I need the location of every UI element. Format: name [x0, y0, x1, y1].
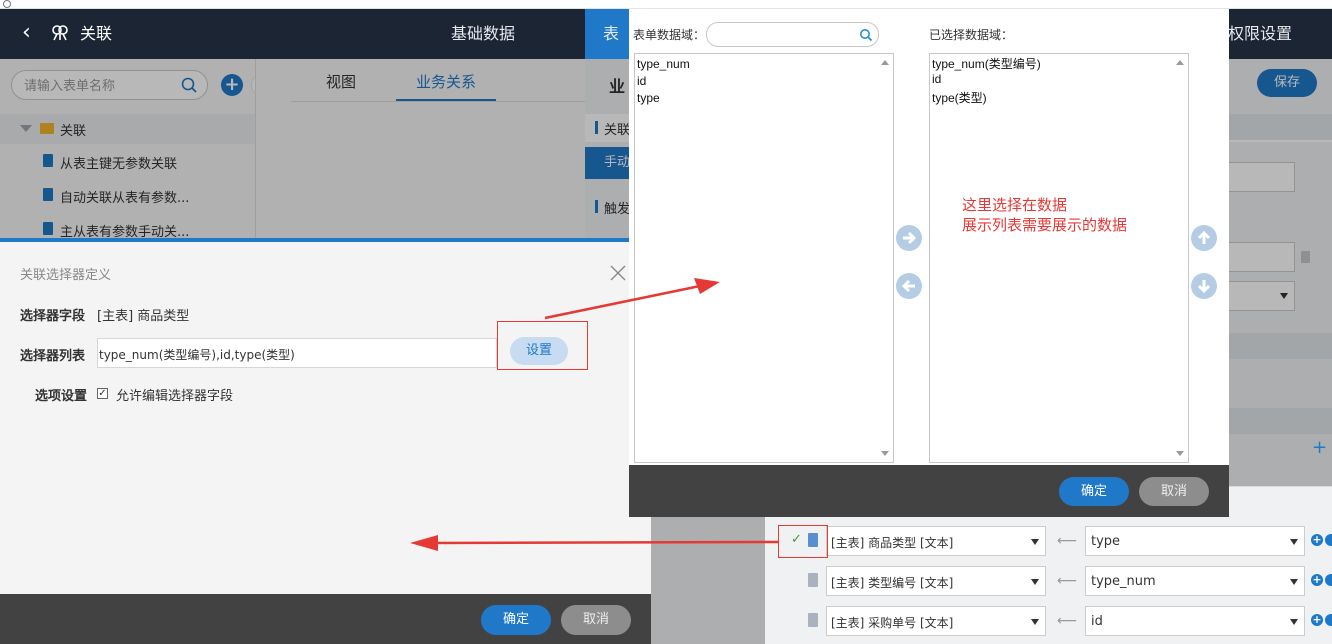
selected-fields-label: 已选择数据域：: [929, 28, 1014, 42]
annotation-highlight-box: [778, 525, 828, 558]
field-select-value: [主表] 商品类型 [文本]: [831, 536, 954, 550]
mapping-row: ✓ [主表] 商品类型 [文本] ⟵ type +: [765, 526, 1332, 558]
app-title: 关联: [80, 24, 113, 43]
remove-circle-icon[interactable]: [1325, 534, 1332, 546]
add-circle-icon[interactable]: +: [1311, 614, 1323, 626]
add-circle-icon[interactable]: +: [1311, 574, 1323, 586]
document-icon[interactable]: [808, 573, 818, 587]
arrow-left-icon: ⟵: [1057, 573, 1078, 589]
target-select[interactable]: id: [1085, 606, 1305, 636]
browser-top-strip: [0, 0, 1332, 9]
add-row-icon[interactable]: +: [1312, 437, 1332, 459]
annotation-note: 这里选择在数据 展示列表需要展示的数据: [962, 195, 1127, 235]
list-item[interactable]: type_num: [637, 57, 690, 71]
dialog-footer: 确定 取消: [0, 594, 651, 644]
selector-list-label: 选择器列表: [20, 349, 86, 364]
target-select-value: id: [1091, 614, 1103, 629]
info-icon: [3, 0, 11, 8]
list-item[interactable]: type: [637, 91, 660, 105]
remove-circle-icon[interactable]: [1325, 574, 1332, 586]
confirm-button[interactable]: 确定: [481, 605, 551, 635]
list-item[interactable]: type(类型): [932, 89, 987, 106]
move-right-icon[interactable]: [896, 225, 922, 251]
selector-field-value: [主表] 商品类型: [97, 309, 190, 324]
nav-basic-data[interactable]: 基础数据: [433, 9, 533, 59]
selected-fields-list[interactable]: type_num(类型编号) id type(类型): [929, 53, 1189, 463]
allow-edit-label: 允许编辑选择器字段: [116, 389, 234, 404]
arrow-left-icon: ⟵: [1057, 613, 1078, 629]
move-up-icon[interactable]: [1191, 225, 1217, 251]
list-item[interactable]: type_num(类型编号): [932, 55, 1041, 72]
selector-definition-dialog: 关联选择器定义 选择器字段 [主表] 商品类型 选择器列表 type_num(类…: [0, 238, 651, 644]
chevron-down-icon: [1290, 539, 1298, 545]
chevron-down-icon: [1290, 619, 1298, 625]
chevron-down-icon: [1031, 619, 1039, 625]
move-down-icon[interactable]: [1191, 273, 1217, 299]
link-icon: [50, 23, 70, 43]
cancel-button[interactable]: 取消: [1139, 477, 1209, 506]
list-item[interactable]: id: [932, 72, 941, 86]
cancel-button[interactable]: 取消: [561, 605, 631, 635]
list-item[interactable]: id: [637, 74, 646, 88]
field-select[interactable]: [主表] 类型编号 [文本]: [826, 566, 1046, 596]
data-field-picker-dialog: 表单数据域： 已选择数据域： type_num id type type_num…: [629, 9, 1229, 517]
add-circle-icon[interactable]: +: [1311, 534, 1323, 546]
dialog-title: 关联选择器定义: [20, 268, 112, 283]
field-select[interactable]: [主表] 商品类型 [文本]: [826, 526, 1046, 556]
remove-circle-icon[interactable]: [1325, 614, 1332, 626]
field-select-value: [主表] 类型编号 [文本]: [831, 576, 954, 590]
option-settings-label: 选项设置: [35, 389, 88, 404]
close-icon[interactable]: [609, 264, 627, 282]
annotation-note-line: 展示列表需要展示的数据: [962, 216, 1128, 234]
dialog-footer: 确定 取消: [629, 465, 1229, 517]
chevron-down-icon: [1031, 579, 1039, 585]
allow-edit-checkbox[interactable]: ✓: [97, 388, 108, 399]
selector-list-value: type_num(类型编号),id,type(类型): [99, 348, 295, 362]
field-search-input[interactable]: [713, 26, 853, 44]
mapping-row: [主表] 采购单号 [文本] ⟵ id +: [765, 606, 1332, 638]
target-select[interactable]: type_num: [1085, 566, 1305, 596]
target-select-value: type: [1091, 534, 1121, 549]
target-select[interactable]: type: [1085, 526, 1305, 556]
annotation-highlight-box: [497, 321, 588, 370]
field-search-box[interactable]: [706, 22, 879, 47]
target-select-value: type_num: [1091, 574, 1156, 589]
back-icon[interactable]: ‹: [22, 22, 36, 44]
chevron-down-icon: [1031, 539, 1039, 545]
mapping-row: [主表] 类型编号 [文本] ⟵ type_num +: [765, 566, 1332, 598]
field-select[interactable]: [主表] 采购单号 [文本]: [826, 606, 1046, 636]
move-left-icon[interactable]: [896, 273, 922, 299]
document-icon[interactable]: [808, 613, 818, 627]
available-fields-list[interactable]: type_num id type: [634, 53, 894, 463]
search-icon[interactable]: [859, 28, 873, 42]
chevron-down-icon: [1290, 579, 1298, 585]
form-fields-label: 表单数据域：: [633, 28, 706, 42]
scrollbar[interactable]: [1172, 54, 1188, 462]
field-select-value: [主表] 采购单号 [文本]: [831, 616, 954, 630]
annotation-note-line: 这里选择在数据: [962, 196, 1068, 214]
selector-field-label: 选择器字段: [20, 309, 86, 324]
confirm-button[interactable]: 确定: [1059, 477, 1129, 506]
scrollbar[interactable]: [877, 54, 893, 462]
arrow-left-icon: ⟵: [1057, 533, 1078, 549]
selector-list-field[interactable]: type_num(类型编号),id,type(类型): [97, 338, 497, 368]
